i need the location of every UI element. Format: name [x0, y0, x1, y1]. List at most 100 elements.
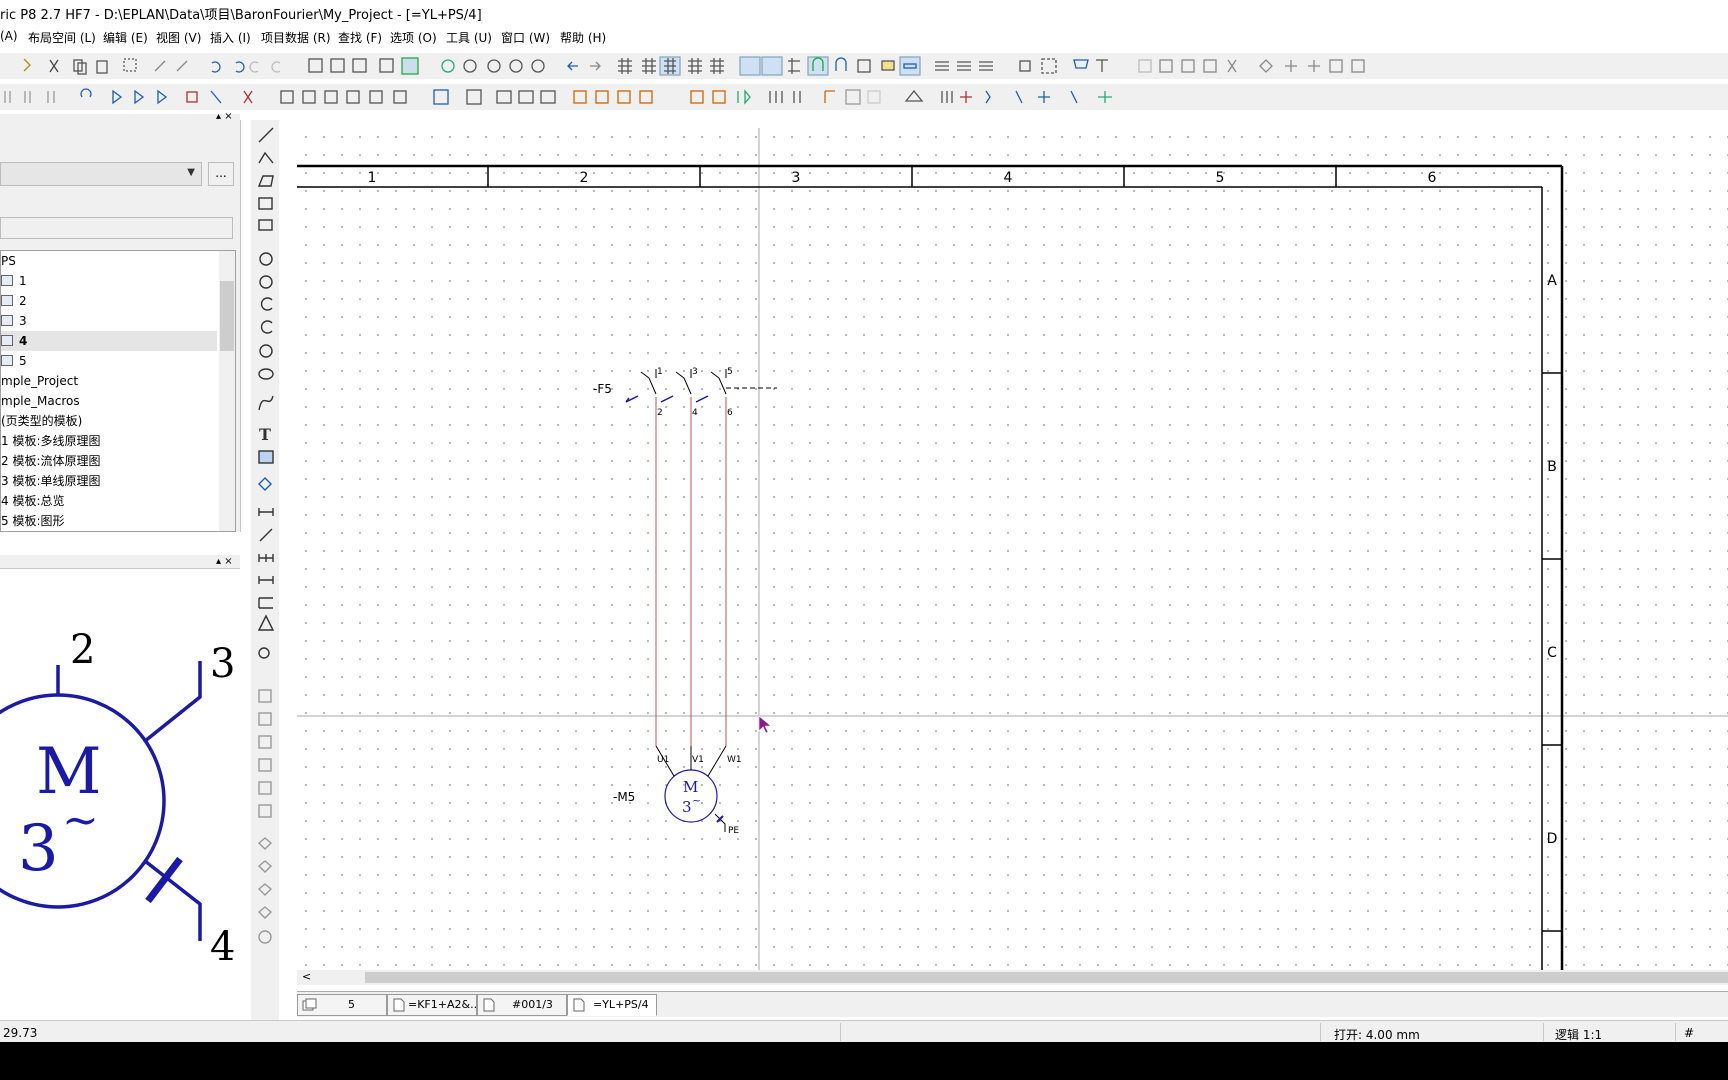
page-icon	[1, 315, 13, 326]
tree-item[interactable]: 5	[1, 351, 27, 371]
menu-item-view[interactable]: 视图 (V)	[156, 29, 201, 46]
polyline-tool-icon	[258, 151, 274, 164]
page-icon	[393, 998, 405, 1012]
shape3-tool-icon	[257, 883, 273, 896]
column-label: 6	[1428, 170, 1437, 186]
toolbar-icons-row-2[interactable]	[0, 84, 1728, 110]
page-tabs: 5 =KF1+A2&... #001/3 =YL+PS/4	[297, 991, 1728, 1017]
menu-item-window[interactable]: 窗口 (W)	[501, 29, 550, 46]
cube2-tool-icon	[258, 712, 272, 726]
page-tree[interactable]: PS 1 2 3 4 5 mple_Project mple_Macros (页…	[0, 250, 236, 532]
menu-item-a[interactable]: (A)	[0, 29, 18, 43]
shape4-tool-icon	[257, 906, 273, 919]
motor-phase: 3	[682, 798, 692, 816]
chevron-down-icon: ▼	[187, 167, 195, 178]
menu-item-insert[interactable]: 插入 (I)	[210, 29, 251, 46]
shape-tool-icon	[257, 837, 273, 850]
preview-pin2-label: 2	[70, 627, 95, 673]
status-coordinate: 29.73	[3, 1026, 38, 1040]
menu-item-tools[interactable]: 工具 (U)	[446, 29, 492, 46]
tab-label: #001/3	[512, 998, 553, 1011]
project-filter-combo[interactable]: ▼	[0, 162, 202, 186]
preview-panel-controls[interactable]: ▴ ×	[216, 556, 233, 567]
column-label: 4	[1004, 170, 1013, 186]
dimension-tool-icon	[258, 508, 274, 516]
multi-page-icon	[302, 998, 317, 1011]
tab-001-3[interactable]: #001/3	[477, 994, 567, 1016]
schematic-drawing[interactable]: 123456 ABCD -F5 1 3 5 2 4 6 M 3 ~ -M5 U1…	[297, 128, 1728, 970]
filter-input[interactable]	[0, 217, 233, 239]
column-label: 5	[1216, 170, 1225, 186]
cube-tool-icon	[258, 689, 272, 703]
tree-item[interactable]: 3 模板:单线原理图	[1, 471, 101, 491]
tree-item[interactable]: (页类型的模板)	[1, 411, 82, 431]
menu-bar: (A) 布局空间 (L) 编辑 (E) 视图 (V) 插入 (I) 项目数据 (…	[0, 26, 1728, 48]
image-tool-icon	[258, 450, 274, 464]
tree-item-label: mple_Project	[1, 374, 79, 388]
canvas-hscroll-thumb[interactable]	[365, 972, 1728, 983]
menu-item-find[interactable]: 查找 (F)	[338, 29, 382, 46]
tree-scroll-thumb[interactable]	[220, 281, 234, 351]
aligned-dimension-icon	[259, 528, 273, 542]
secondary-toolbar	[0, 84, 1728, 110]
tree-item-label: 1 模板:多线原理图	[1, 434, 101, 448]
tree-item-label: 2	[19, 294, 27, 308]
tree-item-label: 5	[19, 354, 27, 368]
tree-item-label: PS	[1, 254, 16, 268]
cube5-tool-icon	[258, 781, 272, 795]
cube3-tool-icon	[258, 735, 272, 749]
polygon-tool-icon	[257, 175, 274, 187]
menu-item-layout-space[interactable]: 布局空间 (L)	[28, 29, 96, 46]
tree-item[interactable]: 2	[1, 291, 27, 311]
line-tool-icon	[258, 127, 274, 143]
motor-symbol-preview: 2 3 4 M 3 ~	[0, 627, 235, 970]
drawing-tool-icons[interactable]: T	[251, 120, 279, 1026]
preview-pin3-lead	[143, 661, 202, 743]
tab-kf1-a2[interactable]: =KF1+A2&...	[387, 994, 481, 1016]
tree-item[interactable]: mple_Macros	[1, 391, 80, 411]
angle-dimension-icon	[257, 614, 275, 631]
tree-item-label: 4 模板:总览	[1, 494, 65, 508]
tree-item[interactable]: 3	[1, 311, 27, 331]
shape2-tool-icon	[257, 860, 273, 873]
tree-item[interactable]: mple_Project	[1, 371, 78, 391]
title-bar: ric P8 2.7 HF7 - D:\EPLAN\Data\项目\BaronF…	[0, 0, 1728, 24]
tab-yl-ps-4[interactable]: =YL+PS/4	[567, 994, 657, 1016]
text-tool-icon[interactable]: T	[259, 425, 271, 444]
tree-item-label: 3	[19, 314, 27, 328]
tree-item[interactable]: 2 模板:流体原理图	[1, 451, 101, 471]
menu-item-project-data[interactable]: 项目数据 (R)	[261, 29, 331, 46]
tree-item[interactable]: PS	[1, 251, 16, 271]
menu-item-help[interactable]: 帮助 (H)	[560, 29, 606, 46]
fuse-pin-6: 6	[727, 408, 733, 418]
tree-item-selected[interactable]: 4	[1, 331, 217, 351]
page-icon	[1, 355, 13, 366]
tree-scrollbar[interactable]	[219, 251, 235, 531]
radius-dimension-icon	[258, 647, 270, 659]
more-button[interactable]: ...	[208, 162, 234, 186]
tree-item[interactable]: 5 模板:图形	[1, 511, 65, 531]
canvas-hscrollbar[interactable]: <	[297, 970, 1728, 985]
column-label: 1	[368, 170, 377, 186]
tree-item[interactable]: 4 模板:总览	[1, 491, 65, 511]
preview-motor-phase: 3	[18, 812, 59, 886]
menu-item-edit[interactable]: 编辑 (E)	[103, 29, 148, 46]
tree-item[interactable]: 1	[1, 271, 27, 291]
baseline-dimension-icon	[258, 576, 274, 584]
row-label: B	[1547, 459, 1557, 475]
scroll-left-arrow[interactable]: <	[302, 970, 311, 983]
status-separator	[1320, 1023, 1321, 1041]
tree-item-label: 2 模板:流体原理图	[1, 454, 101, 468]
tree-item[interactable]: 1 模板:多线原理图	[1, 431, 101, 451]
toolbar-icons-row-1[interactable]	[0, 53, 1728, 79]
main-toolbar	[0, 53, 1728, 79]
motor-terminal-v1: V1	[692, 755, 704, 765]
tree-item-label: (页类型的模板)	[1, 414, 83, 428]
fuse-pin-3: 3	[692, 367, 698, 377]
schematic-canvas[interactable]: 123456 ABCD -F5 1 3 5 2 4 6 M 3 ~ -M5 U1…	[297, 128, 1728, 970]
status-separator	[840, 1023, 841, 1041]
row-label: A	[1547, 273, 1557, 289]
menu-item-options[interactable]: 选项 (O)	[390, 29, 437, 46]
tab-page-5[interactable]: 5	[297, 994, 387, 1016]
motor-tag: -M5	[613, 790, 635, 804]
